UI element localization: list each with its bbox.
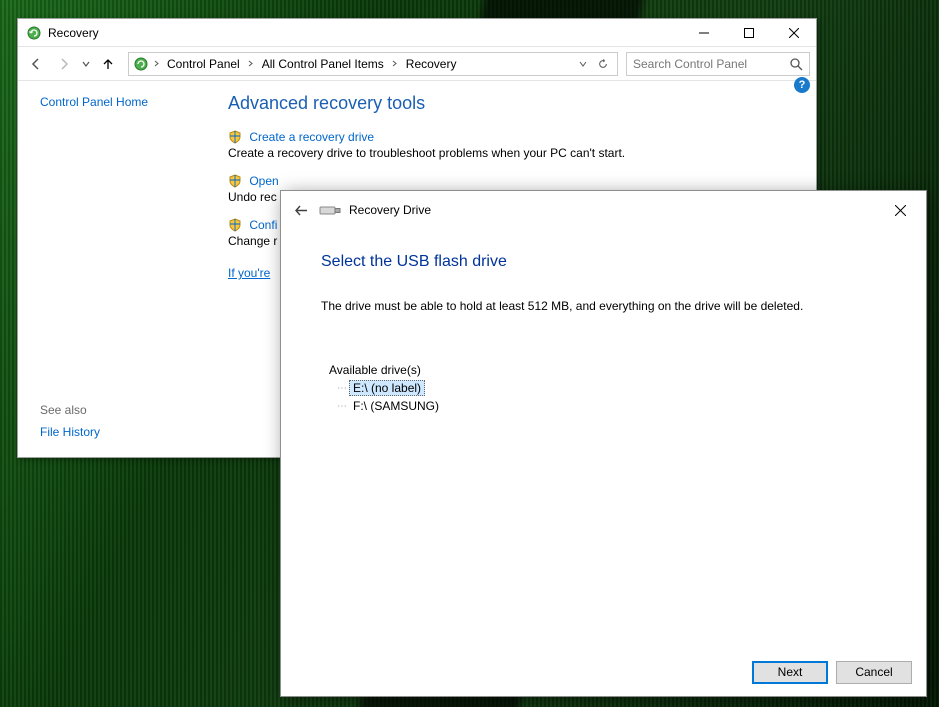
search-icon [789, 57, 803, 71]
breadcrumb-item[interactable]: All Control Panel Items [258, 57, 388, 71]
wizard-text: The drive must be able to hold at least … [321, 299, 886, 313]
tool-description: Create a recovery drive to troubleshoot … [228, 146, 808, 160]
control-panel-home-link[interactable]: Control Panel Home [40, 95, 148, 109]
next-button[interactable]: Next [752, 661, 828, 684]
history-dropdown[interactable] [80, 60, 92, 68]
drive-item-f[interactable]: ⋯ F:\ (SAMSUNG) [337, 397, 886, 415]
drive-item-e[interactable]: ⋯ E:\ (no label) [337, 379, 886, 397]
wizard-body: Select the USB flash drive The drive mus… [281, 229, 926, 648]
close-button[interactable] [771, 19, 816, 47]
address-bar: Control Panel All Control Panel Items Re… [18, 47, 816, 81]
search-placeholder: Search Control Panel [633, 57, 789, 71]
up-button[interactable] [96, 52, 120, 76]
breadcrumb-item[interactable]: Recovery [402, 57, 461, 71]
wizard-heading: Select the USB flash drive [321, 253, 886, 271]
recovery-app-icon [26, 25, 42, 41]
chevron-right-icon[interactable] [390, 60, 400, 67]
wizard-title: Recovery Drive [349, 203, 431, 217]
search-input[interactable]: Search Control Panel [626, 52, 810, 76]
available-drives-label: Available drive(s) [329, 363, 886, 377]
shield-icon [228, 174, 242, 188]
page-heading: Advanced recovery tools [228, 93, 808, 114]
help-icon[interactable]: ? [794, 77, 810, 93]
drive-label: F:\ (SAMSUNG) [349, 399, 443, 413]
window-title: Recovery [48, 26, 681, 40]
minimize-button[interactable] [681, 19, 726, 47]
configure-system-restore-link[interactable]: Confi [249, 218, 277, 232]
shield-icon [228, 218, 242, 232]
back-button[interactable] [24, 52, 48, 76]
chevron-right-icon[interactable] [151, 60, 161, 67]
recovery-icon [133, 56, 149, 72]
breadcrumb-item[interactable]: Control Panel [163, 57, 244, 71]
wizard-titlebar: Recovery Drive [281, 191, 926, 229]
address-dropdown[interactable] [573, 53, 593, 75]
titlebar: Recovery [18, 19, 816, 47]
breadcrumb-field[interactable]: Control Panel All Control Panel Items Re… [128, 52, 618, 76]
maximize-button[interactable] [726, 19, 771, 47]
recovery-drive-wizard: Recovery Drive Select the USB flash driv… [280, 190, 927, 697]
tree-connector: ⋯ [337, 401, 349, 412]
cancel-button[interactable]: Cancel [836, 661, 912, 684]
refresh-button[interactable] [593, 53, 613, 75]
tree-connector: ⋯ [337, 383, 349, 394]
shield-icon [228, 130, 242, 144]
wizard-footer: Next Cancel [281, 648, 926, 696]
usb-drive-icon [319, 203, 341, 217]
drive-label: E:\ (no label) [349, 380, 425, 396]
chevron-right-icon[interactable] [246, 60, 256, 67]
open-system-restore-link[interactable]: Open [249, 174, 278, 188]
drive-list: ⋯ E:\ (no label) ⋯ F:\ (SAMSUNG) [337, 379, 886, 415]
create-recovery-drive-link[interactable]: Create a recovery drive [249, 130, 374, 144]
sidebar: Control Panel Home See also File History [18, 81, 228, 457]
wizard-close-button[interactable] [880, 195, 920, 225]
wizard-back-button[interactable] [287, 196, 315, 224]
file-history-link[interactable]: File History [40, 425, 100, 439]
see-also-label: See also [40, 403, 100, 417]
troubleshoot-link[interactable]: If you're [228, 266, 270, 280]
forward-button[interactable] [52, 52, 76, 76]
